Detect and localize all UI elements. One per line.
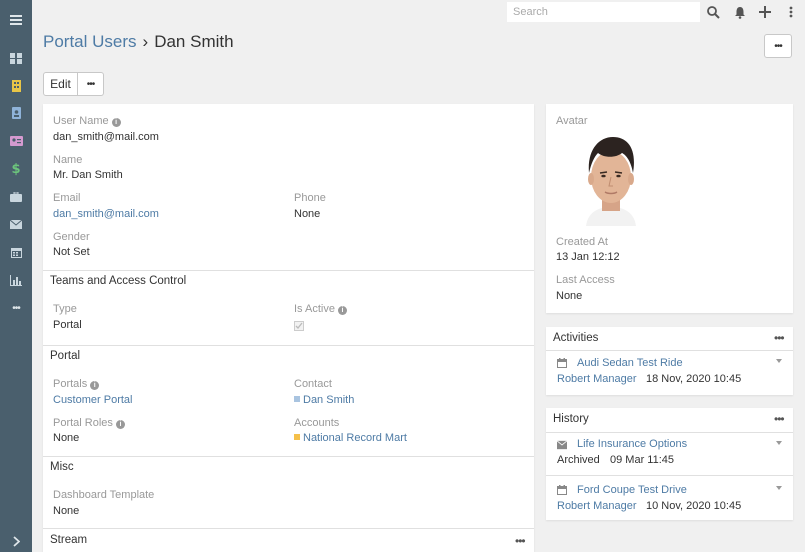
- chevron-right-icon[interactable]: [0, 530, 32, 552]
- divider: [546, 350, 793, 351]
- section-divider: [43, 345, 534, 346]
- dashboard-template-value: None: [53, 505, 80, 517]
- plus-icon[interactable]: [756, 3, 774, 21]
- portal-roles-label: Portal Roles i: [53, 417, 125, 429]
- contact-link[interactable]: Dan Smith: [294, 394, 354, 406]
- type-label: Type: [53, 303, 77, 315]
- history-more-button[interactable]: •••: [774, 412, 785, 426]
- activity-date: 18 Nov, 2020 10:45: [646, 373, 742, 385]
- stream-more-button[interactable]: •••: [515, 534, 526, 548]
- account-color-square: [294, 434, 300, 440]
- info-icon[interactable]: i: [90, 381, 100, 390]
- phone-value: None: [294, 208, 321, 220]
- activity-link[interactable]: Audi Sedan Test Ride: [577, 357, 683, 369]
- type-value: Portal: [53, 319, 82, 331]
- history-date: 09 Mar 11:45: [610, 454, 675, 466]
- history-date: 10 Nov, 2020 10:45: [646, 500, 742, 512]
- gender-label: Gender: [53, 231, 90, 243]
- is-active-checkbox: [294, 321, 304, 331]
- more-icon[interactable]: •••: [0, 297, 32, 319]
- dashboard-icon[interactable]: [0, 47, 32, 69]
- portals-label: Portals i: [53, 378, 100, 390]
- sidebar: $ •••: [0, 0, 32, 552]
- created-at-label: Created At: [556, 236, 608, 248]
- gender-value: Not Set: [53, 246, 90, 258]
- name-label: Name: [53, 154, 83, 166]
- vertical-dots-icon[interactable]: [782, 3, 800, 21]
- section-divider: [43, 270, 534, 271]
- dashboard-template-label: Dashboard Template: [53, 489, 155, 501]
- history-user-link[interactable]: Robert Manager: [557, 500, 637, 512]
- breadcrumb: Portal Users › Dan Smith: [43, 32, 234, 52]
- activity-user-link[interactable]: Robert Manager: [557, 373, 637, 385]
- is-active-label: Is Active i: [294, 303, 347, 315]
- user-name-value: dan_smith@mail.com: [53, 131, 159, 143]
- bell-icon[interactable]: [731, 3, 749, 21]
- search-icon[interactable]: [704, 3, 722, 21]
- activities-panel: Activities ••• Audi Sedan Test Ride Robe…: [546, 327, 793, 395]
- email-label: Email: [53, 192, 81, 204]
- chevron-down-icon[interactable]: [776, 359, 782, 363]
- edit-button[interactable]: Edit: [43, 72, 78, 96]
- section-divider: [43, 456, 534, 457]
- chevron-down-icon[interactable]: [776, 441, 782, 445]
- info-icon[interactable]: i: [337, 306, 347, 315]
- user-name-label: User Name i: [53, 115, 121, 127]
- section-title-portal: Portal: [50, 350, 81, 362]
- email-link[interactable]: dan_smith@mail.com: [53, 208, 159, 220]
- building-icon[interactable]: [0, 75, 32, 97]
- info-icon[interactable]: i: [115, 420, 125, 429]
- envelope-icon: [557, 440, 567, 450]
- portal-roles-value: None: [53, 432, 80, 444]
- search-input[interactable]: [507, 2, 700, 22]
- bar-chart-icon[interactable]: [0, 269, 32, 291]
- briefcase-icon[interactable]: [0, 186, 32, 208]
- phone-label: Phone: [294, 192, 326, 204]
- breadcrumb-link-portal-users[interactable]: Portal Users: [43, 32, 137, 51]
- contact-color-square: [294, 396, 300, 402]
- history-title: History: [553, 413, 589, 425]
- calendar-icon[interactable]: [0, 241, 32, 263]
- breadcrumb-separator: ›: [142, 32, 149, 51]
- avatar-image: [578, 131, 644, 226]
- section-title-stream: Stream: [50, 534, 88, 546]
- last-access-value: None: [556, 290, 583, 302]
- activities-more-button[interactable]: •••: [774, 331, 785, 345]
- more-actions-button[interactable]: •••: [78, 72, 104, 96]
- calendar-icon: [557, 485, 567, 495]
- calendar-icon: [557, 358, 567, 368]
- name-value: Mr. Dan Smith: [53, 169, 123, 181]
- portals-link[interactable]: Customer Portal: [53, 394, 132, 406]
- info-icon[interactable]: i: [111, 118, 121, 127]
- activities-title: Activities: [553, 332, 599, 344]
- history-status: Archived: [557, 454, 600, 466]
- section-divider: [43, 528, 534, 529]
- divider: [546, 475, 793, 476]
- created-at-value: 13 Jan 12:12: [556, 251, 620, 263]
- id-card-icon[interactable]: [0, 130, 32, 152]
- history-link[interactable]: Life Insurance Options: [577, 438, 687, 450]
- divider: [546, 432, 793, 433]
- page-title: Dan Smith: [154, 32, 234, 51]
- contact-book-icon[interactable]: [0, 102, 32, 124]
- dollar-icon[interactable]: $: [0, 158, 32, 180]
- last-access-label: Last Access: [556, 274, 615, 286]
- header-more-button[interactable]: •••: [764, 34, 792, 58]
- accounts-link[interactable]: National Record Mart: [294, 432, 407, 444]
- accounts-label: Accounts: [294, 417, 340, 429]
- section-title-misc: Misc: [50, 461, 74, 473]
- chevron-down-icon[interactable]: [776, 486, 782, 490]
- contact-label: Contact: [294, 378, 332, 390]
- menu-icon[interactable]: [0, 9, 32, 31]
- avatar-panel: Avatar Created At 13 Jan 12:12 Last Acce…: [546, 104, 793, 313]
- envelope-icon[interactable]: [0, 213, 32, 235]
- section-title-teams: Teams and Access Control: [50, 275, 187, 287]
- avatar-label: Avatar: [556, 115, 588, 127]
- detail-panel: User Name i dan_smith@mail.com Name Mr. D…: [43, 104, 534, 552]
- history-panel: History ••• Life Insurance Options Archi…: [546, 408, 793, 520]
- history-link[interactable]: Ford Coupe Test Drive: [577, 484, 687, 496]
